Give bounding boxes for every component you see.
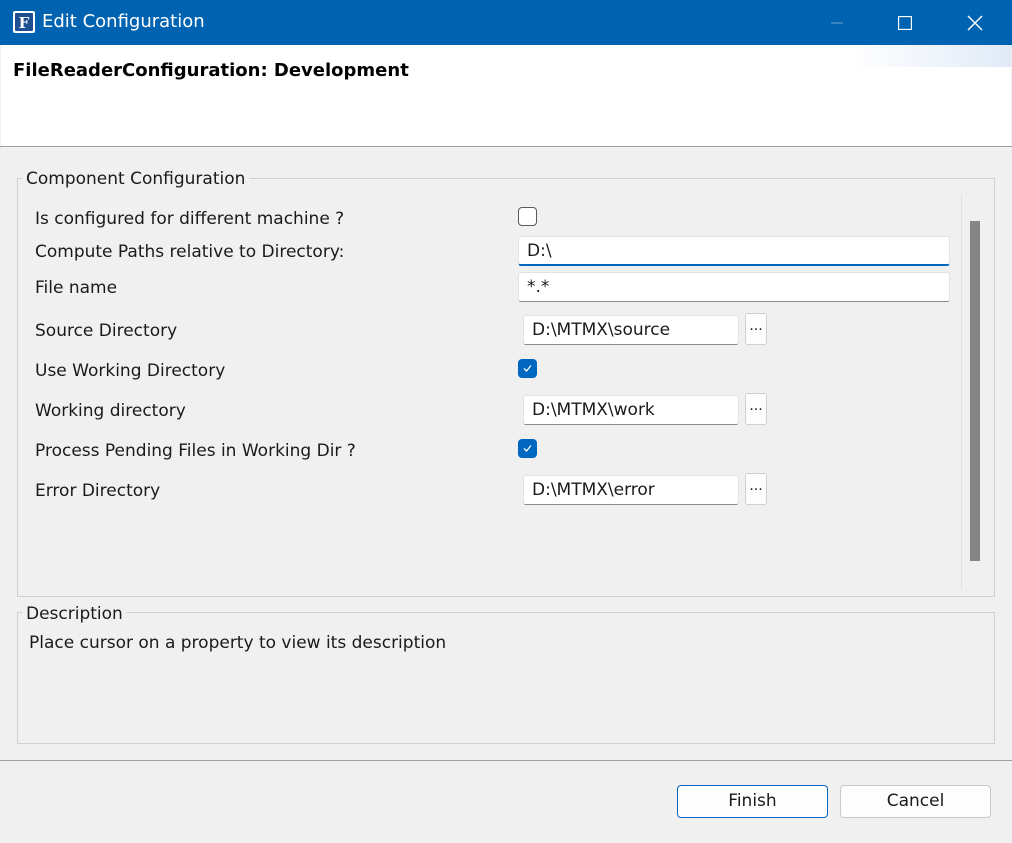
different-machine-label: Is configured for different machine ? <box>35 209 345 229</box>
title-bar: F Edit Configuration <box>0 0 1012 45</box>
minimize-icon <box>831 22 843 23</box>
window-title: Edit Configuration <box>42 11 205 32</box>
footer-separator <box>0 760 1012 761</box>
description-legend: Description <box>22 603 127 625</box>
working-directory-label: Working directory <box>35 401 186 421</box>
use-working-directory-label: Use Working Directory <box>35 361 226 381</box>
compute-paths-input[interactable]: D:\ <box>518 236 950 266</box>
description-text: Place cursor on a property to view its d… <box>29 633 447 653</box>
header-decoration <box>851 45 1011 67</box>
finish-button[interactable]: Finish <box>677 785 828 818</box>
property-scrollbar[interactable] <box>961 194 981 590</box>
compute-paths-label: Compute Paths relative to Directory: <box>35 242 345 262</box>
cancel-button[interactable]: Cancel <box>840 785 991 818</box>
file-name-label: File name <box>35 278 118 298</box>
app-icon-letter: F <box>19 14 30 32</box>
working-directory-browse-button[interactable]: ... <box>745 393 767 425</box>
source-directory-label: Source Directory <box>35 321 178 341</box>
maximize-icon <box>898 15 912 30</box>
different-machine-checkbox[interactable] <box>518 207 537 226</box>
process-pending-label: Process Pending Files in Working Dir ? <box>35 441 356 461</box>
close-icon <box>967 15 983 30</box>
working-directory-input[interactable]: D:\MTMX\work <box>523 395 739 425</box>
error-directory-label: Error Directory <box>35 481 161 501</box>
source-directory-browse-button[interactable]: ... <box>745 313 767 345</box>
checkmark-icon <box>523 365 532 372</box>
process-pending-checkbox[interactable] <box>518 439 537 458</box>
error-directory-input[interactable]: D:\MTMX\error <box>523 475 739 505</box>
header-separator <box>0 146 1012 147</box>
file-name-input[interactable]: *.* <box>518 272 950 302</box>
checkmark-icon <box>523 445 532 452</box>
component-configuration-legend: Component Configuration <box>22 168 250 190</box>
dialog-header: FileReaderConfiguration: Development <box>1 45 1011 146</box>
scrollbar-thumb[interactable] <box>970 221 980 561</box>
maximize-button[interactable] <box>870 0 940 45</box>
use-working-directory-checkbox[interactable] <box>518 359 537 378</box>
error-directory-browse-button[interactable]: ... <box>745 473 767 505</box>
source-directory-input[interactable]: D:\MTMX\source <box>523 315 739 345</box>
app-icon: F <box>12 10 36 34</box>
close-button[interactable] <box>940 0 1010 45</box>
minimize-button[interactable] <box>802 0 872 45</box>
configuration-title: FileReaderConfiguration: Development <box>13 60 409 81</box>
